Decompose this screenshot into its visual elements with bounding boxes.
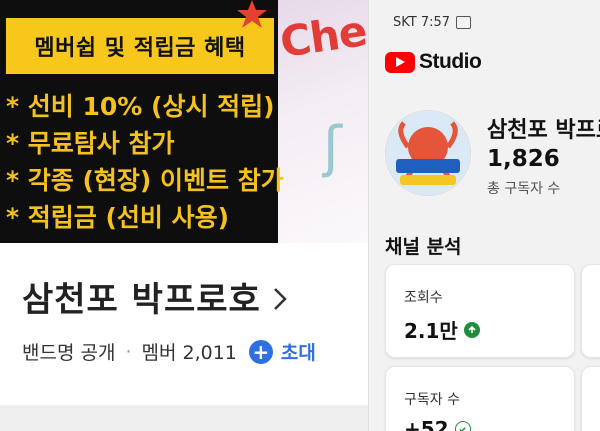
card-label: 조회수 [404,290,443,306]
band-name: 삼천포 박프로호 [22,280,261,320]
invite-button[interactable]: + 초대 [248,338,316,365]
card-label: 구독자 수 [404,392,460,408]
promo-side-graphic: Che ʃ [278,0,368,243]
band-members[interactable]: 멤버 2,011 [142,338,237,365]
next-card[interactable] [581,366,600,431]
subscriber-count: 1,826 [487,146,560,172]
card-value: +52 [404,417,449,431]
promo-side-text: Che [278,6,368,67]
arrow-up-circle-icon [463,321,480,338]
benefit-item: * 적립금 (선비 사용) [6,203,230,232]
next-card[interactable] [581,264,600,358]
promo-image: 멤버쉽 및 적립금 혜택 Che ʃ * 선비 10% (상시 적립) * 무료… [0,0,368,243]
plus-icon: + [248,339,273,364]
band-title-link[interactable]: 삼천포 박프로호 [22,272,287,321]
app-header: Studio [385,50,482,74]
analytics-title: 채널 분석 [385,236,462,258]
band-visibility: 밴드명 공개 [22,342,116,364]
views-card[interactable]: 조회수 2.1만 [385,264,575,358]
invite-label: 초대 [280,342,316,364]
benefits-list: * 선비 10% (상시 적립) * 무료탐사 참가 * 각종 (현장) 이벤트… [6,88,284,236]
benefit-item: * 무료탐사 참가 [6,129,175,158]
channel-avatar[interactable] [385,110,471,196]
youtube-studio-page: SKT 7:57 Studio 삼천포 박프로호 1,826 총 구독자 수 채… [368,0,600,431]
star-icon [237,0,267,28]
band-page: 멤버쉽 및 적립금 혜택 Che ʃ * 선비 10% (상시 적립) * 무료… [0,0,368,431]
promo-banner-title: 멤버쉽 및 적립금 혜택 [34,35,246,61]
separator-dot: · [125,340,132,363]
band-meta: 밴드명 공개 · 멤버 2,011 + 초대 [22,338,316,365]
image-icon [456,16,472,29]
status-bar: SKT 7:57 [393,15,472,30]
channel-name: 삼천포 박프로호 [487,118,600,143]
promo-decoration: ʃ [323,115,342,180]
youtube-logo-icon [385,51,415,73]
subscriber-label: 총 구독자 수 [487,181,561,197]
card-value-row: +52 [404,417,471,431]
app-name: Studio [419,50,482,73]
bottom-divider [0,405,368,431]
chevron-right-icon [273,287,287,310]
card-value-row: 2.1만 [404,315,480,344]
check-circle-icon [454,421,471,431]
status-time: SKT 7:57 [393,15,451,30]
benefit-item: * 각종 (현장) 이벤트 참가 [6,166,284,195]
benefit-item: * 선비 10% (상시 적립) [6,92,275,121]
card-value: 2.1만 [404,319,458,343]
subscribers-card[interactable]: 구독자 수 +52 [385,366,575,431]
promo-banner: 멤버쉽 및 적립금 혜택 [6,18,274,74]
